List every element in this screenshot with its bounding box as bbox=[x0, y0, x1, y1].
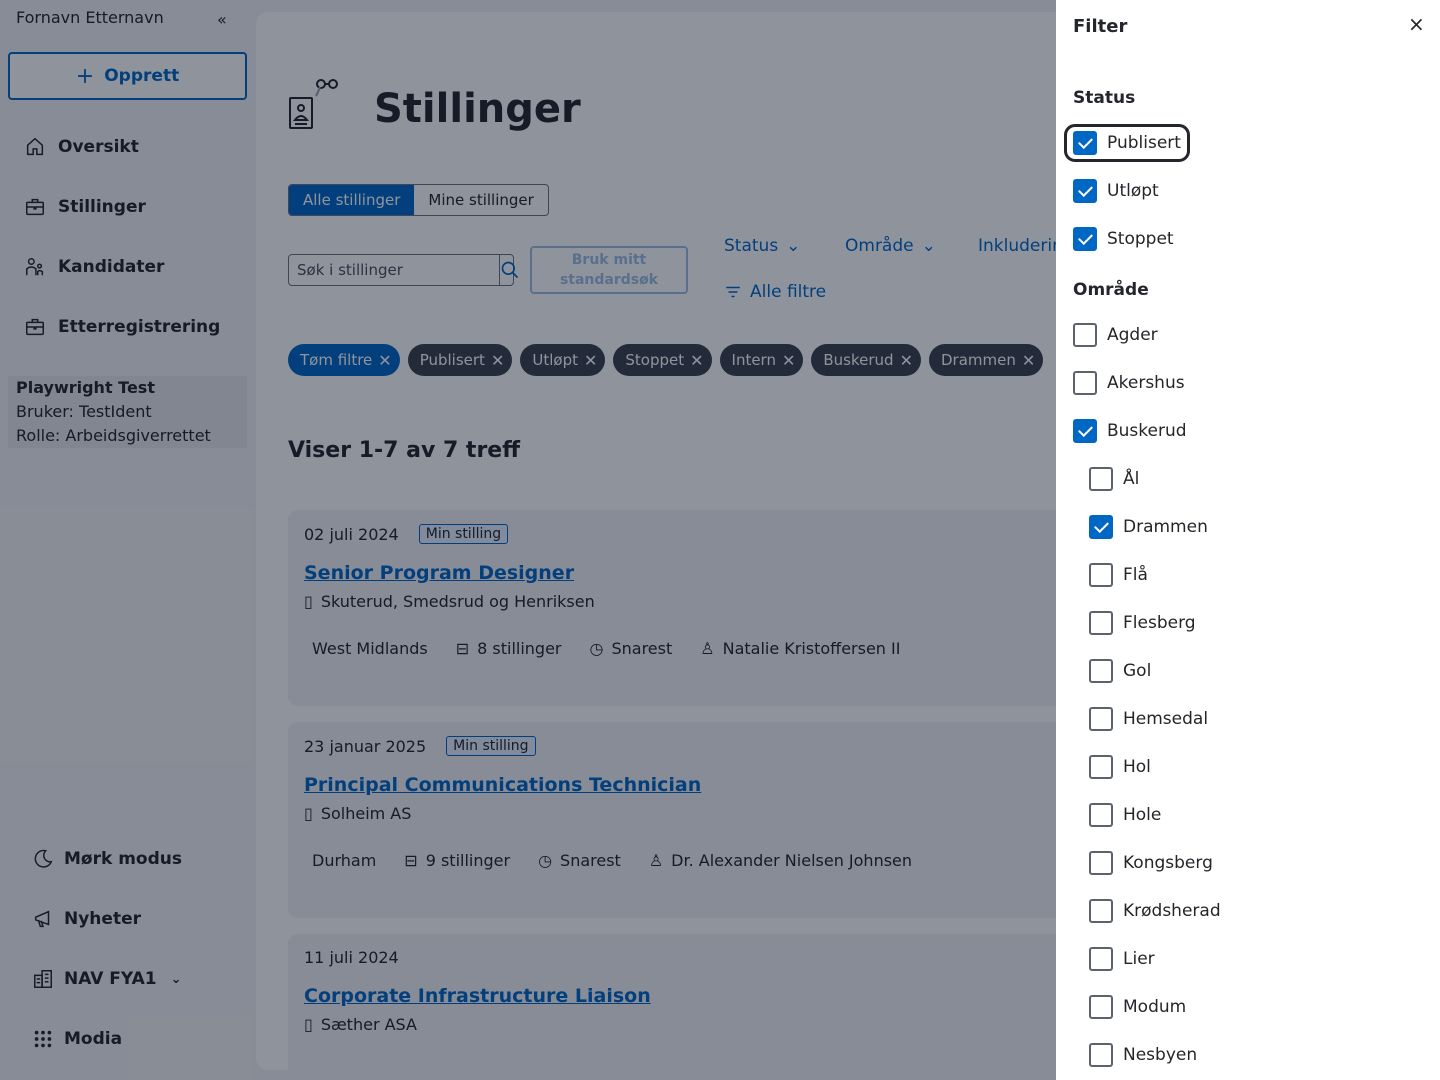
checkbox-gol[interactable]: Gol bbox=[1089, 659, 1151, 683]
checkbox-akershus[interactable]: Akershus bbox=[1073, 371, 1185, 395]
modal-backdrop[interactable] bbox=[0, 0, 1056, 1080]
filter-panel-title: Filter bbox=[1073, 16, 1128, 37]
checkbox-checked-icon bbox=[1073, 131, 1097, 155]
checkbox-label: Drammen bbox=[1123, 517, 1208, 537]
checkbox-label: Gol bbox=[1123, 661, 1152, 681]
checkbox-unchecked-icon bbox=[1089, 995, 1113, 1019]
checkbox-label: Utløpt bbox=[1107, 181, 1159, 201]
checkbox-unchecked-icon bbox=[1089, 1043, 1113, 1067]
checkbox-label: Lier bbox=[1123, 949, 1155, 969]
checkbox-agder[interactable]: Agder bbox=[1073, 323, 1158, 347]
checkbox-label: Stoppet bbox=[1107, 229, 1174, 249]
checkbox-kongsberg[interactable]: Kongsberg bbox=[1089, 851, 1213, 875]
checkbox-utløpt[interactable]: Utløpt bbox=[1073, 179, 1159, 203]
checkbox-label: Modum bbox=[1123, 997, 1187, 1017]
checkbox-hole[interactable]: Hole bbox=[1089, 803, 1161, 827]
checkbox-checked-icon bbox=[1073, 227, 1097, 251]
checkbox-label: Nesbyen bbox=[1123, 1045, 1198, 1065]
checkbox-hol[interactable]: Hol bbox=[1089, 755, 1151, 779]
checkbox-label: Hol bbox=[1123, 757, 1151, 777]
area-heading: Område bbox=[1073, 280, 1149, 300]
checkbox-checked-icon bbox=[1089, 515, 1113, 539]
checkbox-label: Buskerud bbox=[1107, 421, 1187, 441]
checkbox-ål[interactable]: Ål bbox=[1089, 467, 1139, 491]
checkbox-krødsherad[interactable]: Krødsherad bbox=[1089, 899, 1221, 923]
checkbox-lier[interactable]: Lier bbox=[1089, 947, 1155, 971]
checkbox-flesberg[interactable]: Flesberg bbox=[1089, 611, 1196, 635]
checkbox-checked-icon bbox=[1073, 419, 1097, 443]
checkbox-flå[interactable]: Flå bbox=[1089, 563, 1148, 587]
checkbox-unchecked-icon bbox=[1089, 659, 1113, 683]
checkbox-label: Hemsedal bbox=[1123, 709, 1209, 729]
checkbox-unchecked-icon bbox=[1089, 899, 1113, 923]
checkbox-checked-icon bbox=[1073, 179, 1097, 203]
checkbox-nesbyen[interactable]: Nesbyen bbox=[1089, 1043, 1197, 1067]
checkbox-unchecked-icon bbox=[1089, 707, 1113, 731]
checkbox-unchecked-icon bbox=[1089, 947, 1113, 971]
checkbox-buskerud[interactable]: Buskerud bbox=[1073, 419, 1187, 443]
checkbox-modum[interactable]: Modum bbox=[1089, 995, 1186, 1019]
checkbox-label: Hole bbox=[1123, 805, 1162, 825]
checkbox-unchecked-icon bbox=[1089, 851, 1113, 875]
checkbox-label: Flesberg bbox=[1123, 613, 1196, 633]
checkbox-label: Ål bbox=[1123, 469, 1140, 489]
filter-panel: Filter × Status Publisert Utløpt Stoppet O… bbox=[1056, 0, 1440, 1080]
checkbox-unchecked-icon bbox=[1089, 467, 1113, 491]
checkbox-unchecked-icon bbox=[1089, 803, 1113, 827]
close-icon[interactable]: × bbox=[1408, 12, 1425, 36]
checkbox-unchecked-icon bbox=[1073, 371, 1097, 395]
checkbox-unchecked-icon bbox=[1073, 323, 1097, 347]
checkbox-label: Akershus bbox=[1107, 373, 1185, 393]
checkbox-unchecked-icon bbox=[1089, 755, 1113, 779]
checkbox-publisert[interactable]: Publisert bbox=[1064, 124, 1190, 162]
checkbox-drammen[interactable]: Drammen bbox=[1089, 515, 1208, 539]
checkbox-label: Krødsherad bbox=[1123, 901, 1221, 921]
checkbox-label: Flå bbox=[1123, 565, 1148, 585]
checkbox-hemsedal[interactable]: Hemsedal bbox=[1089, 707, 1208, 731]
checkbox-stoppet[interactable]: Stoppet bbox=[1073, 227, 1174, 251]
checkbox-unchecked-icon bbox=[1089, 563, 1113, 587]
checkbox-label: Kongsberg bbox=[1123, 853, 1213, 873]
checkbox-label: Agder bbox=[1107, 325, 1158, 345]
checkbox-label: Publisert bbox=[1107, 133, 1181, 153]
status-heading: Status bbox=[1073, 88, 1136, 108]
checkbox-unchecked-icon bbox=[1089, 611, 1113, 635]
